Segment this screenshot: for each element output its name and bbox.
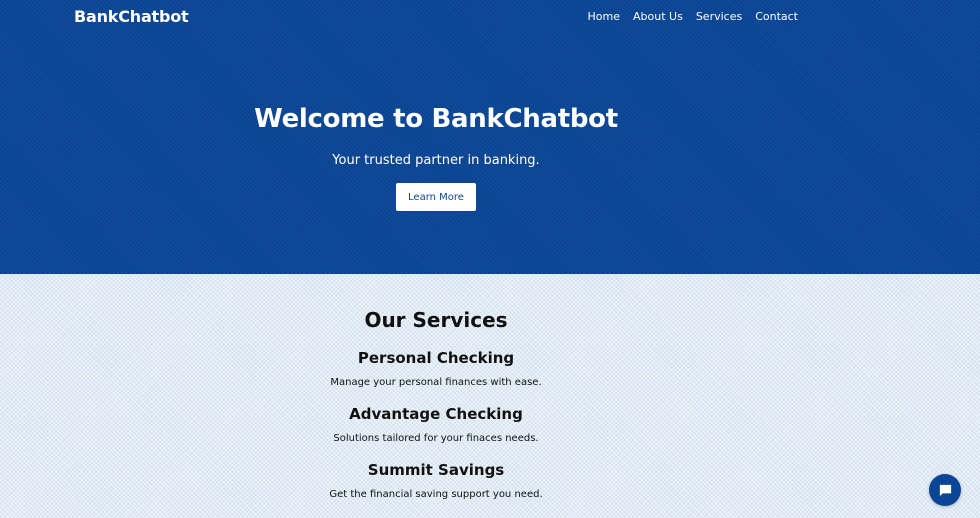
- hero-subtitle: Your trusted partner in banking.: [332, 153, 540, 168]
- learn-more-button[interactable]: Learn More: [396, 183, 476, 211]
- service-description: Get the financial saving support you nee…: [329, 489, 543, 500]
- services-section: Our Services Personal Checking Manage yo…: [0, 274, 980, 518]
- hero-title: Welcome to BankChatbot: [254, 104, 618, 134]
- service-description: Solutions tailored for your finaces need…: [333, 433, 539, 444]
- nav-contact-link[interactable]: Contact: [755, 10, 798, 23]
- service-name: Summit Savings: [367, 461, 505, 479]
- main-nav: Home About Us Services Contact: [588, 10, 798, 23]
- hero-section: BankChatbot Home About Us Services Conta…: [0, 0, 980, 274]
- service-name: Advantage Checking: [349, 405, 523, 423]
- chat-bubble-icon: [939, 484, 951, 496]
- chat-widget-button[interactable]: [929, 474, 961, 506]
- brand-logo[interactable]: BankChatbot: [74, 7, 189, 26]
- services-title: Our Services: [364, 308, 508, 332]
- nav-home-link[interactable]: Home: [588, 10, 620, 23]
- service-description: Manage your personal finances with ease.: [330, 377, 542, 388]
- nav-services-link[interactable]: Services: [696, 10, 742, 23]
- service-name: Personal Checking: [357, 349, 515, 367]
- nav-about-link[interactable]: About Us: [633, 10, 683, 23]
